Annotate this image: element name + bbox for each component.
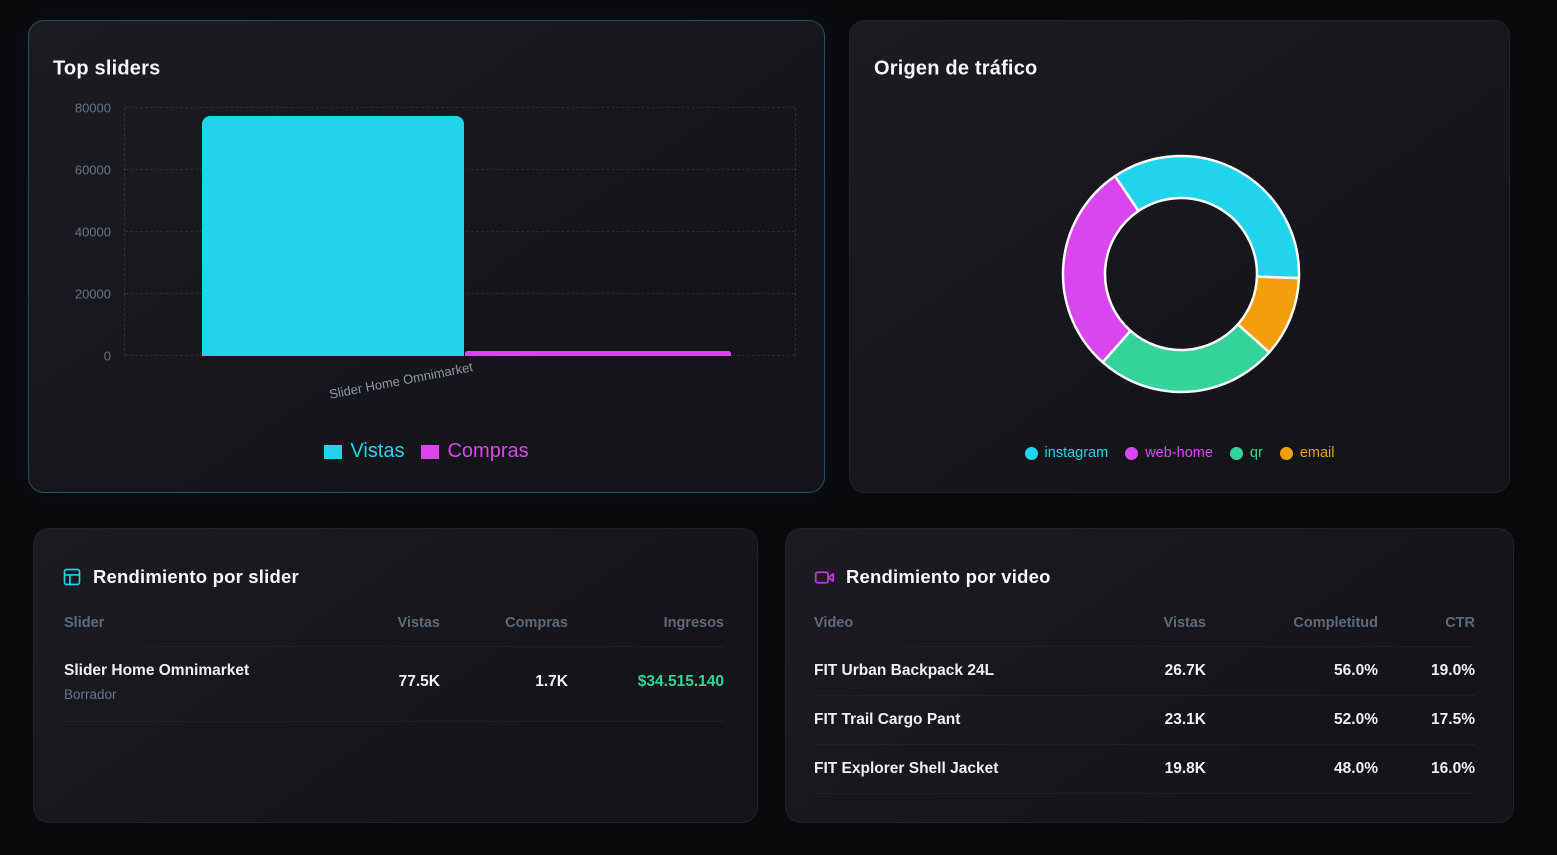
slider-table-title: Rendimiento por slider xyxy=(93,566,299,588)
column-header: Slider xyxy=(64,615,325,631)
legend-item-qr[interactable]: qr xyxy=(1230,445,1263,461)
bar-vistas xyxy=(202,116,464,356)
row-title: FIT Explorer Shell Jacket xyxy=(814,760,1086,778)
row-status: Borrador xyxy=(64,687,325,702)
row-value-cell: 48.0% xyxy=(1206,760,1378,778)
legend-swatch xyxy=(421,445,439,459)
row-title: Slider Home Omnimarket xyxy=(64,662,325,680)
legend-item-web-home[interactable]: web-home xyxy=(1125,445,1213,461)
legend-item-email[interactable]: email xyxy=(1280,445,1335,461)
legend-dot xyxy=(1230,447,1243,460)
column-header: Vistas xyxy=(325,615,440,631)
top-sliders-panel: Top sliders 020000400006000080000 Slider… xyxy=(28,20,825,493)
row-value-cell: $34.515.140 xyxy=(568,673,724,691)
legend-swatch xyxy=(324,445,342,459)
y-tick-label: 60000 xyxy=(75,163,111,178)
column-header: Ingresos xyxy=(568,615,724,631)
table-row: FIT Trail Cargo Pant23.1K52.0%17.5% xyxy=(814,696,1475,745)
table-row: Slider Home Omnimarket Borrador77.5K1.7K$… xyxy=(64,647,724,722)
column-header: Video xyxy=(814,615,1086,631)
legend-label: Compras xyxy=(447,440,528,463)
column-header: Compras xyxy=(440,615,568,631)
video-table-title: Rendimiento por video xyxy=(846,566,1051,588)
video-table-panel: Rendimiento por video VideoVistasComplet… xyxy=(785,528,1514,823)
row-name-cell: FIT Trail Cargo Pant xyxy=(814,711,1086,729)
row-value-cell: 77.5K xyxy=(325,673,440,691)
column-header: Vistas xyxy=(1086,615,1206,631)
row-title: FIT Trail Cargo Pant xyxy=(814,711,1086,729)
doughnut-slice-web-home xyxy=(1063,176,1139,362)
slider-table-header: Rendimiento por slider xyxy=(62,566,299,588)
column-header: CTR xyxy=(1378,615,1475,631)
legend-dot xyxy=(1125,447,1138,460)
slider-table: SliderVistasComprasIngresos Slider Home … xyxy=(64,615,724,722)
row-value-cell: 19.8K xyxy=(1086,760,1206,778)
y-tick-label: 0 xyxy=(104,349,111,364)
row-name-cell: FIT Urban Backpack 24L xyxy=(814,662,1086,680)
legend-label: qr xyxy=(1250,445,1263,461)
legend-item-vistas[interactable]: Vistas xyxy=(324,440,404,463)
y-tick-label: 80000 xyxy=(75,101,111,116)
traffic-panel: Origen de tráfico instagram web-home qr ema… xyxy=(849,20,1510,493)
row-value-cell: 26.7K xyxy=(1086,662,1206,680)
row-name-cell: FIT Explorer Shell Jacket xyxy=(814,760,1086,778)
bar-chart-legend: Vistas Compras xyxy=(29,440,824,463)
doughnut-slice-instagram xyxy=(1115,156,1299,278)
row-value-cell: 52.0% xyxy=(1206,711,1378,729)
column-header: Completitud xyxy=(1206,615,1378,631)
video-icon xyxy=(814,567,835,588)
row-title: FIT Urban Backpack 24L xyxy=(814,662,1086,680)
legend-item-instagram[interactable]: instagram xyxy=(1025,445,1109,461)
row-value-cell: 19.0% xyxy=(1378,662,1475,680)
row-value-cell: 17.5% xyxy=(1378,711,1475,729)
legend-label: web-home xyxy=(1145,445,1213,461)
video-table-head: VideoVistasCompletitudCTR xyxy=(814,615,1475,647)
top-sliders-title: Top sliders xyxy=(53,58,160,81)
slider-table-panel: Rendimiento por slider SliderVistasCompr… xyxy=(33,528,758,823)
legend-label: Vistas xyxy=(350,440,404,463)
traffic-title: Origen de tráfico xyxy=(874,58,1037,81)
traffic-legend: instagram web-home qr email xyxy=(850,445,1509,461)
row-value-cell: 56.0% xyxy=(1206,662,1378,680)
legend-label: email xyxy=(1300,445,1335,461)
bar-chart-plot xyxy=(124,108,796,356)
legend-label: instagram xyxy=(1045,445,1109,461)
table-icon xyxy=(62,567,82,587)
video-table-header: Rendimiento por video xyxy=(814,566,1051,588)
legend-dot xyxy=(1280,447,1293,460)
legend-dot xyxy=(1025,447,1038,460)
row-value-cell: 23.1K xyxy=(1086,711,1206,729)
bar-chart-y-axis: 020000400006000080000 xyxy=(29,108,111,356)
slider-table-head: SliderVistasComprasIngresos xyxy=(64,615,724,647)
row-value-cell: 16.0% xyxy=(1378,760,1475,778)
table-row: FIT Explorer Shell Jacket19.8K48.0%16.0% xyxy=(814,745,1475,794)
video-table: VideoVistasCompletitudCTR FIT Urban Back… xyxy=(814,615,1475,794)
traffic-doughnut-chart xyxy=(1051,144,1311,404)
row-value-cell: 1.7K xyxy=(440,673,568,691)
gridline xyxy=(125,107,795,108)
row-name-cell: Slider Home Omnimarket Borrador xyxy=(64,662,325,702)
y-tick-label: 20000 xyxy=(75,287,111,302)
video-table-body: FIT Urban Backpack 24L26.7K56.0%19.0%FIT… xyxy=(814,647,1475,794)
y-tick-label: 40000 xyxy=(75,225,111,240)
table-row: FIT Urban Backpack 24L26.7K56.0%19.0% xyxy=(814,647,1475,696)
legend-item-compras[interactable]: Compras xyxy=(421,440,528,463)
slider-table-body: Slider Home Omnimarket Borrador77.5K1.7K$… xyxy=(64,647,724,722)
